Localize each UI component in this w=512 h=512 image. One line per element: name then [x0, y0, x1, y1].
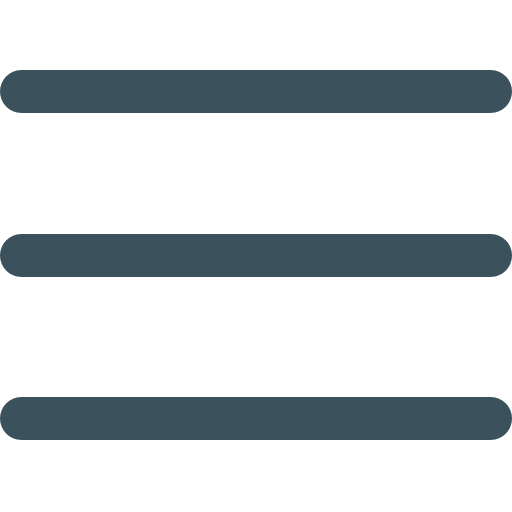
menu-bar-top [0, 70, 512, 113]
icon-canvas [0, 0, 512, 512]
menu-bar-middle [0, 234, 512, 277]
menu-bar-bottom [0, 397, 512, 440]
hamburger-menu-icon[interactable] [0, 0, 512, 512]
